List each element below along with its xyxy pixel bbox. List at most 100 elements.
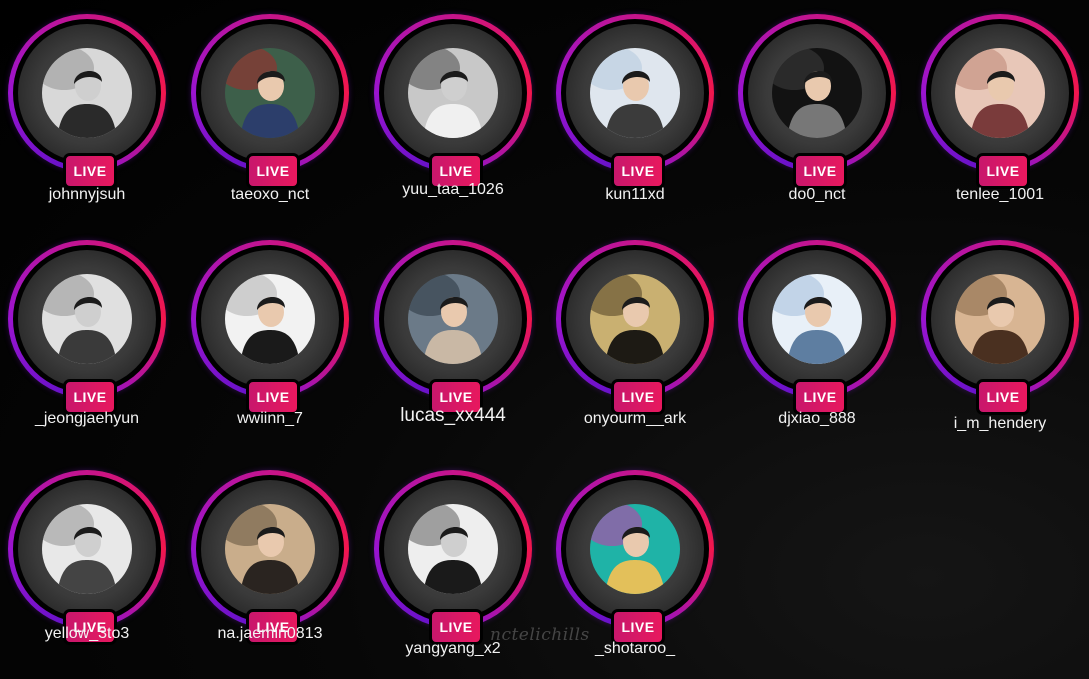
ring-gap [13, 475, 161, 623]
username-label[interactable]: yellow_3to3 [0, 625, 182, 643]
profile-avatar[interactable] [225, 48, 315, 138]
profile-avatar[interactable] [590, 48, 680, 138]
username-label[interactable]: johnnyjsuh [0, 186, 182, 204]
ring-gap [561, 19, 709, 167]
live-story-card[interactable]: LIVE lucas_xx444 [368, 232, 538, 447]
story-ring [738, 240, 896, 398]
username-label[interactable]: kun11xd [540, 186, 730, 204]
live-badge: LIVE [976, 379, 1030, 415]
avatar-backdrop [748, 250, 886, 388]
profile-avatar[interactable] [408, 504, 498, 594]
profile-avatar[interactable] [772, 48, 862, 138]
ring-gap [561, 475, 709, 623]
story-ring [191, 14, 349, 172]
avatar-backdrop [201, 24, 339, 162]
avatar-backdrop [566, 24, 704, 162]
avatar-backdrop [384, 24, 522, 162]
live-story-card[interactable]: LIVE taeoxo_nct [185, 6, 355, 221]
profile-avatar[interactable] [590, 274, 680, 364]
ring-gap [379, 19, 527, 167]
profile-avatar[interactable] [225, 274, 315, 364]
live-badge: LIVE [246, 153, 300, 189]
username-label[interactable]: taeoxo_nct [175, 186, 365, 204]
profile-avatar[interactable] [225, 504, 315, 594]
live-story-card[interactable]: LIVE yuu_taa_1026 [368, 6, 538, 221]
profile-avatar[interactable] [42, 274, 132, 364]
avatar-backdrop [566, 480, 704, 618]
username-label[interactable]: lucas_xx444 [358, 405, 548, 427]
ring-gap [926, 19, 1074, 167]
story-ring [921, 14, 1079, 172]
live-story-card[interactable]: LIVE _jeongjaehyun [2, 232, 172, 447]
username-label[interactable]: do0_nct [722, 186, 912, 204]
avatar-backdrop [384, 480, 522, 618]
story-ring [556, 14, 714, 172]
story-ring [738, 14, 896, 172]
live-story-card[interactable]: LIVE do0_nct [732, 6, 902, 221]
profile-avatar[interactable] [408, 48, 498, 138]
story-ring [374, 14, 532, 172]
avatar-backdrop [931, 250, 1069, 388]
live-badge: LIVE [63, 153, 117, 189]
avatar-backdrop [566, 250, 704, 388]
live-story-card[interactable]: LIVE johnnyjsuh [2, 6, 172, 221]
story-ring [556, 240, 714, 398]
username-label[interactable]: wwiinn_7 [175, 410, 365, 428]
username-label[interactable]: _jeongjaehyun [0, 410, 182, 428]
ring-gap [13, 245, 161, 393]
live-story-card[interactable]: LIVE onyourm__ark [550, 232, 720, 447]
story-ring [8, 14, 166, 172]
story-ring [191, 470, 349, 628]
live-badge: LIVE [976, 153, 1030, 189]
username-label[interactable]: djxiao_888 [722, 410, 912, 428]
live-story-card[interactable]: LIVE yellow_3to3 [2, 462, 172, 677]
live-badge: LIVE [793, 153, 847, 189]
avatar-backdrop [18, 480, 156, 618]
username-label[interactable]: yuu_taa_1026 [358, 181, 548, 199]
live-stories-grid: LIVE johnnyjsuh LIVE taeoxo_nct LIVE yuu_taa_… [0, 0, 1089, 679]
ring-gap [379, 475, 527, 623]
live-story-card[interactable]: LIVE wwiinn_7 [185, 232, 355, 447]
watermark: nctelichills [490, 625, 590, 645]
ring-gap [743, 245, 891, 393]
avatar-backdrop [201, 250, 339, 388]
story-ring [191, 240, 349, 398]
username-label[interactable]: onyourm__ark [540, 410, 730, 428]
live-story-card[interactable]: LIVE i_m_hendery [915, 232, 1085, 447]
profile-avatar[interactable] [408, 274, 498, 364]
ring-gap [196, 245, 344, 393]
story-ring [8, 240, 166, 398]
profile-avatar[interactable] [42, 48, 132, 138]
username-label[interactable]: tenlee_1001 [905, 186, 1089, 204]
profile-avatar[interactable] [955, 274, 1045, 364]
live-story-card[interactable]: LIVE djxiao_888 [732, 232, 902, 447]
story-ring [374, 470, 532, 628]
avatar-backdrop [384, 250, 522, 388]
live-story-card[interactable]: LIVE na.jaemin0813 [185, 462, 355, 677]
story-ring [921, 240, 1079, 398]
ring-gap [561, 245, 709, 393]
avatar-backdrop [18, 24, 156, 162]
ring-gap [13, 19, 161, 167]
live-badge: LIVE [611, 153, 665, 189]
avatar-backdrop [931, 24, 1069, 162]
avatar-backdrop [201, 480, 339, 618]
username-label[interactable]: na.jaemin0813 [175, 625, 365, 643]
profile-avatar[interactable] [772, 274, 862, 364]
live-story-card[interactable]: LIVE kun11xd [550, 6, 720, 221]
username-label[interactable]: i_m_hendery [905, 415, 1089, 433]
ring-gap [743, 19, 891, 167]
story-ring [374, 240, 532, 398]
profile-avatar[interactable] [955, 48, 1045, 138]
profile-avatar[interactable] [42, 504, 132, 594]
ring-gap [196, 19, 344, 167]
ring-gap [379, 245, 527, 393]
story-ring [8, 470, 166, 628]
ring-gap [926, 245, 1074, 393]
profile-avatar[interactable] [590, 504, 680, 594]
story-ring [556, 470, 714, 628]
avatar-backdrop [18, 250, 156, 388]
live-story-card[interactable]: LIVE tenlee_1001 [915, 6, 1085, 221]
avatar-backdrop [748, 24, 886, 162]
ring-gap [196, 475, 344, 623]
